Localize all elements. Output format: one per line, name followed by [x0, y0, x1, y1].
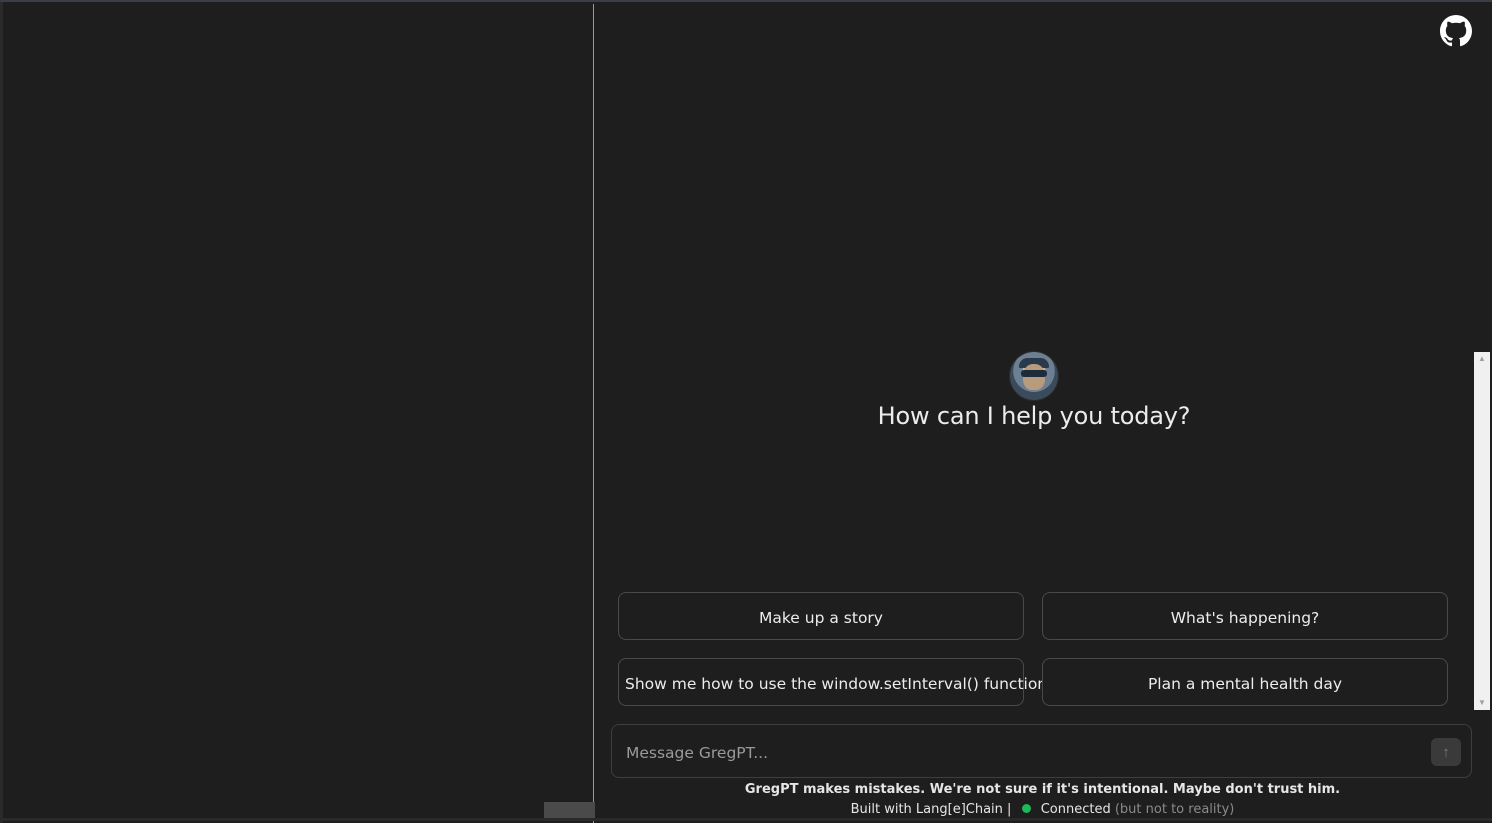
status-text: Connected: [1040, 802, 1111, 817]
status-dot-icon: [1021, 804, 1031, 813]
scroll-down-icon[interactable]: ▼: [1474, 696, 1490, 710]
disclaimer-text: GregPT makes mistakes. We're not sure if…: [744, 782, 1341, 797]
message-input[interactable]: [624, 725, 1418, 781]
send-button[interactable]: ↑: [1431, 738, 1461, 766]
built-with-text: Built with Lang[e]Chain |: [850, 802, 1012, 817]
app-window: ▲ ▼ How can I help you today? Make up a …: [0, 0, 1492, 823]
avatar: [1010, 352, 1058, 400]
scroll-up-icon[interactable]: ▲: [1474, 352, 1490, 366]
message-composer: ↑: [611, 724, 1472, 781]
github-icon[interactable]: [1440, 15, 1472, 47]
suggestion-button[interactable]: What's happening?: [1042, 592, 1448, 640]
status-note: (but not to reality): [1114, 802, 1235, 817]
sidebar: [3, 4, 596, 823]
suggestion-button[interactable]: Plan a mental health day: [1042, 658, 1448, 706]
suggestion-button[interactable]: Show me how to use the window.setInterva…: [618, 658, 1047, 706]
arrow-up-icon: ↑: [1442, 744, 1450, 761]
greeting-title: How can I help you today?: [877, 402, 1191, 430]
footer-status: Built with Lang[e]Chain | Connected (but…: [595, 802, 1490, 817]
suggestion-button[interactable]: Make up a story: [618, 592, 1024, 640]
scrollbar[interactable]: ▲ ▼: [1474, 352, 1490, 710]
chat-main: ▲ ▼ How can I help you today? Make up a …: [595, 4, 1490, 823]
